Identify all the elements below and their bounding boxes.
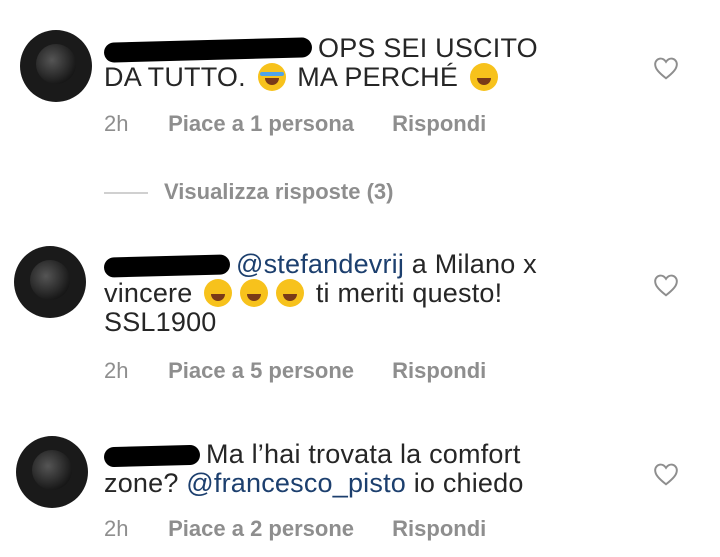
avatar[interactable] — [16, 436, 88, 508]
timestamp: 2h — [104, 516, 129, 541]
comment-meta: 2h Piace a 1 persona Rispondi — [104, 111, 486, 137]
face-with-tears-of-joy-icon — [276, 279, 305, 307]
avatar[interactable] — [14, 246, 86, 318]
reply-button[interactable]: Rispondi — [392, 111, 486, 137]
loudly-crying-face-icon — [257, 63, 286, 91]
comment-meta: 2h Piace a 2 persone Rispondi — [104, 516, 486, 542]
mention-link[interactable]: @francesco_pisto — [186, 468, 406, 498]
comment-text: @stefandevrij a Milano x vincere ti meri… — [103, 249, 537, 337]
timestamp: 2h — [104, 358, 129, 383]
reply-button[interactable]: Rispondi — [392, 358, 486, 384]
likes-count[interactable]: Piace a 1 persona — [168, 111, 354, 137]
face-with-tears-of-joy-icon — [240, 279, 269, 307]
heart-icon[interactable] — [653, 56, 679, 80]
heart-icon[interactable] — [653, 273, 679, 297]
likes-count[interactable]: Piace a 2 persone — [168, 516, 354, 542]
divider — [104, 192, 148, 195]
avatar[interactable] — [20, 30, 92, 102]
likes-count[interactable]: Piace a 5 persone — [168, 358, 354, 384]
mention-link[interactable]: @stefandevrij — [236, 249, 404, 279]
comment-meta: 2h Piace a 5 persone Rispondi — [104, 358, 486, 384]
view-replies[interactable]: Visualizza risposte (3) — [104, 179, 393, 205]
rolling-on-floor-laughing-icon — [469, 63, 498, 91]
comment-text: Ma l’hai trovata la comfort zone? @franc… — [103, 439, 524, 498]
timestamp: 2h — [104, 111, 129, 136]
comment-text: OPS SEI USCITO DA TUTTO. MA PERCHÉ — [103, 33, 538, 92]
redacted-username — [103, 444, 201, 468]
redacted-username — [103, 254, 231, 278]
face-with-tears-of-joy-icon — [204, 279, 233, 307]
heart-icon[interactable] — [653, 462, 679, 486]
reply-button[interactable]: Rispondi — [392, 516, 486, 542]
redacted-username — [103, 37, 313, 63]
